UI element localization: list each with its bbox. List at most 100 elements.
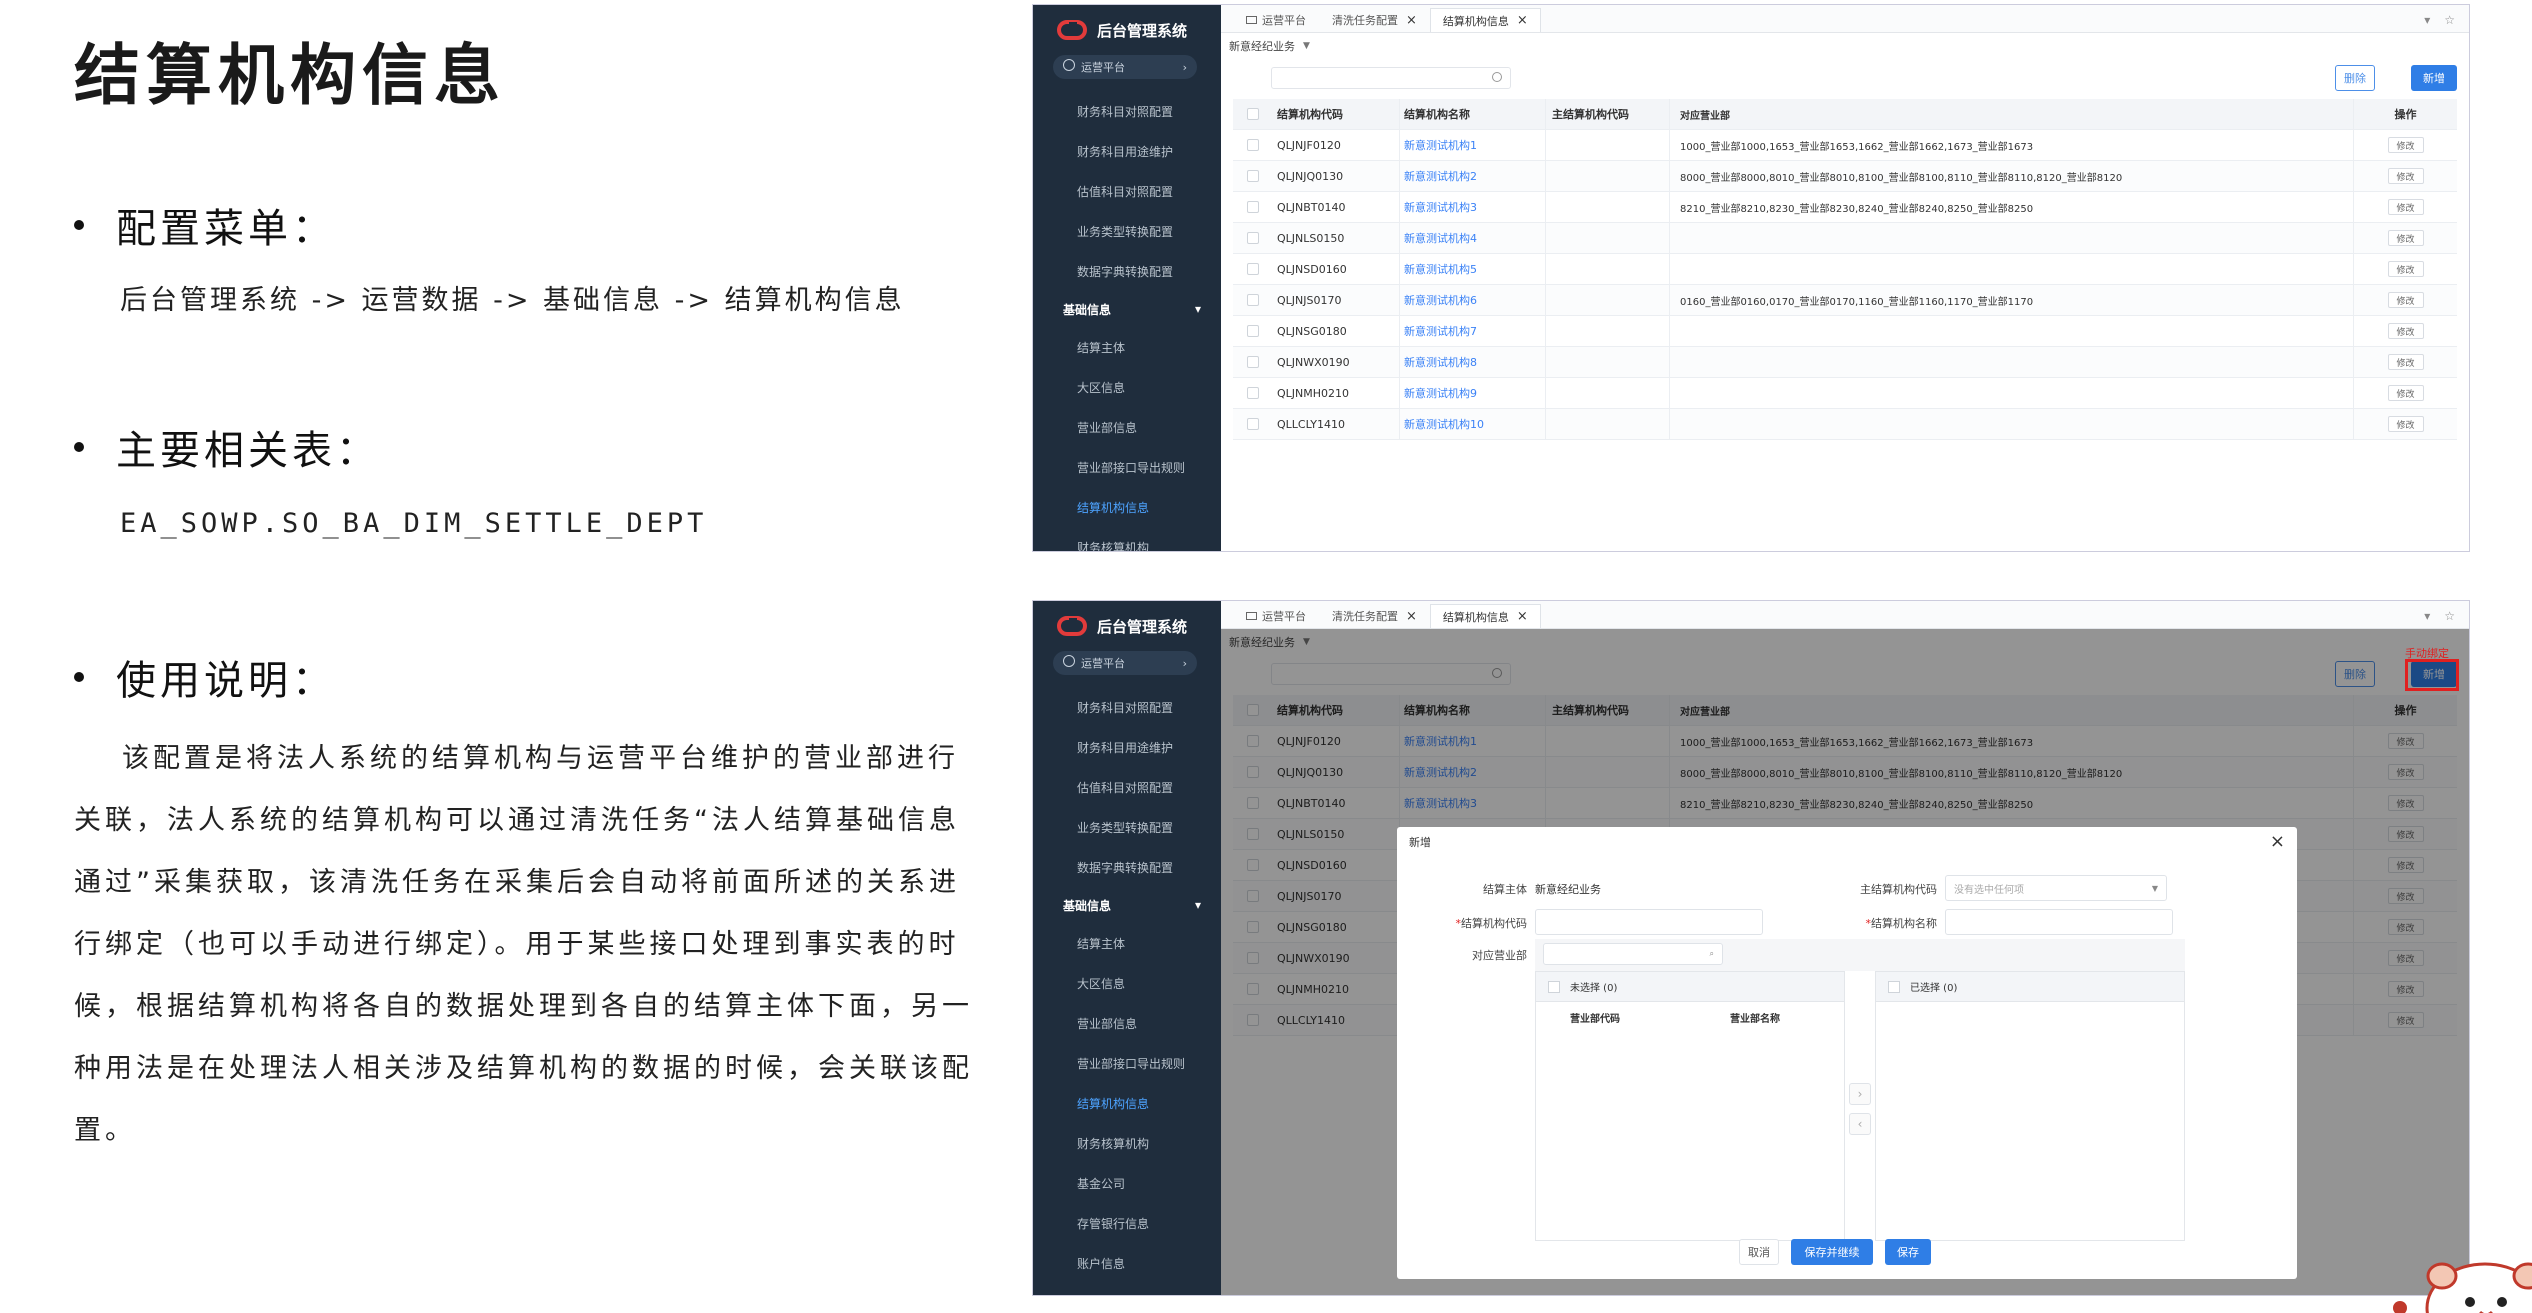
- edit-button[interactable]: 修改: [2387, 199, 2424, 215]
- row-checkbox[interactable]: [1247, 201, 1259, 213]
- table-row[interactable]: QLJNMH0210 新意测试机构9 修改: [1233, 378, 2457, 409]
- sidebar-item[interactable]: 估值科目对照配置: [1033, 767, 1221, 807]
- close-icon[interactable]: ×: [2270, 831, 2285, 852]
- row-checkbox[interactable]: [1247, 387, 1259, 399]
- sidebar-item[interactable]: 大区信息: [1033, 963, 1221, 1003]
- sidebar-item[interactable]: 财务科目用途维护: [1033, 727, 1221, 767]
- table-row[interactable]: QLJNJS0170 新意测试机构6 0160_营业部0160,0170_营业部01…: [1233, 285, 2457, 316]
- cell-name-link[interactable]: 新意测试机构8: [1399, 347, 1545, 377]
- search-icon[interactable]: [1492, 72, 1502, 82]
- col-header-code[interactable]: 结算机构代码: [1273, 106, 1399, 122]
- main-code-select[interactable]: 没有选中任何项 ▼: [1945, 875, 2167, 901]
- row-checkbox[interactable]: [1247, 294, 1259, 306]
- star-icon[interactable]: ☆: [2444, 13, 2455, 27]
- select-all-checkbox[interactable]: [1548, 980, 1560, 993]
- sidebar-item[interactable]: 存管银行信息: [1033, 1203, 1221, 1243]
- chevron-down-icon[interactable]: ▾: [2424, 13, 2430, 27]
- chevron-down-icon[interactable]: ▾: [2424, 609, 2430, 623]
- sidebar-item[interactable]: 账户信息: [1033, 1243, 1221, 1283]
- tab-platform[interactable]: 运营平台: [1233, 8, 1319, 32]
- row-checkbox[interactable]: [1247, 356, 1259, 368]
- sidebar-item[interactable]: 估值科目对照配置: [1033, 171, 1221, 211]
- tab-platform[interactable]: 运营平台: [1233, 604, 1319, 628]
- edit-button[interactable]: 修改: [2387, 385, 2424, 401]
- move-right-button[interactable]: ›: [1849, 1083, 1871, 1105]
- sidebar-item[interactable]: 营业部接口导出规则: [1033, 1043, 1221, 1083]
- row-checkbox[interactable]: [1247, 170, 1259, 182]
- save-continue-button[interactable]: 保存并继续: [1791, 1239, 1873, 1265]
- sidebar-item[interactable]: 营业部信息: [1033, 407, 1221, 447]
- sidebar-item-active[interactable]: 结算机构信息: [1033, 1083, 1221, 1123]
- edit-button[interactable]: 修改: [2387, 292, 2424, 308]
- row-checkbox[interactable]: [1247, 232, 1259, 244]
- select-all-checkbox[interactable]: [1247, 108, 1259, 120]
- sidebar-item[interactable]: 营业部接口导出规则: [1033, 447, 1221, 487]
- row-checkbox[interactable]: [1247, 418, 1259, 430]
- table-row[interactable]: QLJNJQ0130 新意测试机构2 8000_营业部8000,8010_营业部80…: [1233, 161, 2457, 192]
- sidebar-item[interactable]: 业务类型转换配置: [1033, 211, 1221, 251]
- table-row[interactable]: QLJNSG0180 新意测试机构7 修改: [1233, 316, 2457, 347]
- cell-name-link[interactable]: 新意测试机构4: [1399, 223, 1545, 253]
- sidebar-item[interactable]: 财务科目用途维护: [1033, 131, 1221, 171]
- sidebar-item[interactable]: 业务类型转换配置: [1033, 807, 1221, 847]
- close-icon[interactable]: ×: [1406, 609, 1417, 624]
- sidebar-item[interactable]: 数据字典转换配置: [1033, 847, 1221, 887]
- platform-selector[interactable]: 运营平台 ›: [1053, 651, 1197, 675]
- sidebar-item-active[interactable]: 结算机构信息: [1033, 487, 1221, 527]
- cell-name-link[interactable]: 新意测试机构3: [1399, 192, 1545, 222]
- transfer-search-input[interactable]: ⌕: [1543, 943, 1723, 965]
- row-checkbox[interactable]: [1247, 139, 1259, 151]
- tab-settle-dept[interactable]: 结算机构信息 ×: [1429, 604, 1541, 628]
- edit-button[interactable]: 修改: [2387, 323, 2424, 339]
- sidebar-group-basic[interactable]: 基础信息 ▾: [1033, 291, 1221, 327]
- cancel-button[interactable]: 取消: [1739, 1239, 1779, 1265]
- sidebar-item[interactable]: 财务核算机构: [1033, 1123, 1221, 1163]
- search-input[interactable]: [1271, 67, 1511, 89]
- edit-button[interactable]: 修改: [2387, 168, 2424, 184]
- close-icon[interactable]: ×: [1517, 13, 1528, 28]
- sidebar-item[interactable]: 大区信息: [1033, 367, 1221, 407]
- sidebar-item[interactable]: 营业部信息: [1033, 1003, 1221, 1043]
- sidebar-item[interactable]: 结算主体: [1033, 923, 1221, 963]
- platform-selector[interactable]: 运营平台 ›: [1053, 55, 1197, 79]
- sidebar-item[interactable]: 财务科目对照配置: [1033, 687, 1221, 727]
- star-icon[interactable]: ☆: [2444, 609, 2455, 623]
- table-row[interactable]: QLLCLY1410 新意测试机构10 修改: [1233, 409, 2457, 440]
- sidebar-item[interactable]: 财务核算机构: [1033, 527, 1221, 552]
- close-icon[interactable]: ×: [1406, 13, 1417, 28]
- cell-name-link[interactable]: 新意测试机构6: [1399, 285, 1545, 315]
- code-input[interactable]: [1535, 909, 1763, 935]
- cell-name-link[interactable]: 新意测试机构10: [1399, 409, 1545, 439]
- tab-clean-task[interactable]: 清洗任务配置 ×: [1319, 8, 1430, 32]
- edit-button[interactable]: 修改: [2387, 230, 2424, 246]
- table-row[interactable]: QLJNBT0140 新意测试机构3 8210_营业部8210,8230_营业部82…: [1233, 192, 2457, 223]
- cell-name-link[interactable]: 新意测试机构7: [1399, 316, 1545, 346]
- select-all-checkbox[interactable]: [1888, 980, 1900, 993]
- sidebar-item[interactable]: 财务科目对照配置: [1033, 91, 1221, 131]
- entity-selector[interactable]: 新意经纪业务 ▼: [1221, 33, 2469, 59]
- cell-name-link[interactable]: 新意测试机构1: [1399, 130, 1545, 160]
- save-button[interactable]: 保存: [1885, 1239, 1931, 1265]
- name-input[interactable]: [1945, 909, 2173, 935]
- table-row[interactable]: QLJNJF0120 新意测试机构1 1000_营业部1000,1653_营业部16…: [1233, 130, 2457, 161]
- cell-name-link[interactable]: 新意测试机构2: [1399, 161, 1545, 191]
- row-checkbox[interactable]: [1247, 263, 1259, 275]
- move-left-button[interactable]: ‹: [1849, 1113, 1871, 1135]
- tab-clean-task[interactable]: 清洗任务配置 ×: [1319, 604, 1430, 628]
- sidebar-item[interactable]: 基金公司: [1033, 1163, 1221, 1203]
- edit-button[interactable]: 修改: [2387, 137, 2424, 153]
- table-row[interactable]: QLJNWX0190 新意测试机构8 修改: [1233, 347, 2457, 378]
- table-row[interactable]: QLJNSD0160 新意测试机构5 修改: [1233, 254, 2457, 285]
- cell-name-link[interactable]: 新意测试机构5: [1399, 254, 1545, 284]
- close-icon[interactable]: ×: [1517, 609, 1528, 624]
- cell-name-link[interactable]: 新意测试机构9: [1399, 378, 1545, 408]
- add-button[interactable]: 新增: [2411, 65, 2457, 91]
- col-header-name[interactable]: 结算机构名称: [1399, 99, 1545, 129]
- sidebar-item[interactable]: 结算主体: [1033, 327, 1221, 367]
- tab-settle-dept[interactable]: 结算机构信息 ×: [1429, 8, 1541, 32]
- sidebar-group-basic[interactable]: 基础信息 ▾: [1033, 887, 1221, 923]
- delete-button[interactable]: 删除: [2335, 65, 2375, 91]
- sidebar-item[interactable]: 数据字典转换配置: [1033, 251, 1221, 291]
- edit-button[interactable]: 修改: [2387, 261, 2424, 277]
- edit-button[interactable]: 修改: [2387, 354, 2424, 370]
